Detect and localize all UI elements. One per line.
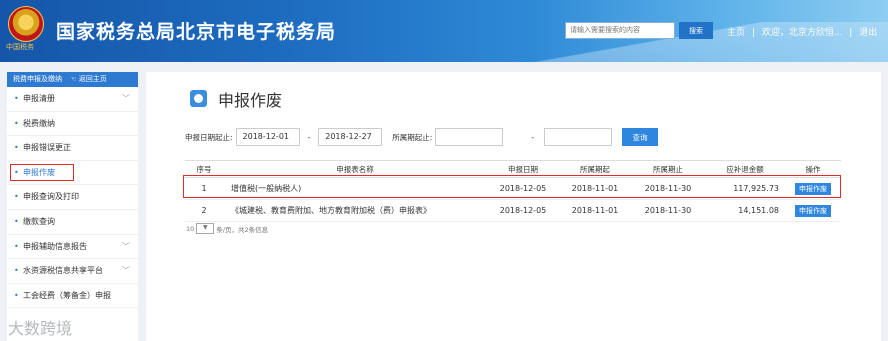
page-size-value: 10 [186,224,195,233]
logout-link[interactable]: 退出 [859,28,877,38]
site-title: 国家税务总局北京市电子税务局 [56,21,337,43]
void-declaration-icon [190,90,207,107]
cell-amount: 14,151.08 [705,199,785,222]
sidebar-item-auxiliary-report[interactable]: • 申报辅助信息报告 ﹀ [7,235,138,260]
chevron-down-icon: ﹀ [122,266,130,276]
cell-action: 申报作废 [785,199,841,222]
welcome-user-link[interactable]: 欢迎，北京方欣恒... [762,28,843,38]
bullet-icon: • [14,192,19,202]
sidebar-item-tax-payment[interactable]: • 税费缴纳 [7,112,138,137]
bullet-icon: • [14,143,19,153]
page-title: 申报作废 [218,91,283,110]
cell-action: 申报作废 [785,177,841,200]
declaration-table: 序号 申报表名称 申报日期 所属期起 所属期止 应补退金额 操作 1 增值税(一… [185,160,841,222]
col-header-period-end: 所属期止 [631,160,705,178]
period-separator: - [531,132,534,142]
main-panel: 申报作废 申报日期起止: 2018-12-01 - 2018-12-27 所属期… [146,72,881,341]
bullet-icon: • [14,94,19,103]
sidebar-item-label: 工会经费（筹备金）申报 [23,290,111,300]
sidebar-item-label: 水资源税信息共享平台 [23,266,103,276]
cell-no: 1 [185,177,223,200]
emblem-caption: 中国税务 [6,43,34,51]
date-from-input[interactable]: 2018-12-01 [235,128,300,146]
col-header-date: 申报日期 [487,160,559,178]
sidebar-item-declaration-void[interactable]: • 申报作废 [7,161,138,186]
chevron-down-icon: ﹀ [122,94,130,103]
sidebar-item-error-correction[interactable]: • 申报错误更正 [7,136,138,161]
table-header-row: 序号 申报表名称 申报日期 所属期起 所属期止 应补退金额 操作 [185,160,841,178]
date-to-input[interactable]: 2018-12-27 [318,128,383,146]
watermark: 大数跨境 [8,319,73,338]
divider: | [849,28,853,38]
top-banner: 中国税务 国家税务总局北京市电子税务局 搜索 主页 | 欢迎，北京方欣恒... … [0,0,888,62]
pagination: 10 ▼ 条/页，共2条信息 [186,223,268,234]
bullet-icon: • [14,216,19,226]
sidebar-section-title: 税费申报及缴纳 [13,75,62,83]
home-link[interactable]: 主页 [727,28,745,38]
period-to-input[interactable] [544,128,612,146]
date-range-label: 申报日期起止: [185,132,233,142]
sidebar-item-payment-query[interactable]: • 缴款查询 [7,210,138,235]
cell-period-start: 2018-11-01 [559,199,631,222]
back-home-icon[interactable]: ☜ [70,75,76,83]
cell-period-end: 2018-11-30 [631,199,705,222]
bullet-icon: • [14,241,19,251]
search-button[interactable]: 搜索 [679,22,713,39]
sidebar-item-label: 申报辅助信息报告 [23,241,87,251]
cell-name: 《城建税、教育费附加、地方教育附加税（费）申报表》 [223,199,487,222]
cell-period-start: 2018-11-01 [559,177,631,200]
chevron-down-icon: ﹀ [122,241,130,251]
cell-period-end: 2018-11-30 [631,177,705,200]
table-row: 2 《城建税、教育费附加、地方教育附加税（费）申报表》 2018-12-05 2… [185,199,841,222]
period-range-label: 所属期起止: [392,132,433,142]
top-links: 主页 | 欢迎，北京方欣恒... | 退出 [725,25,879,38]
sidebar-item-label: 税费缴纳 [23,118,55,128]
col-header-no: 序号 [185,160,223,178]
sidebar-item-union-fee[interactable]: • 工会经费（筹备金）申报 [7,284,138,309]
back-home-link[interactable]: 返回主页 [79,75,107,83]
query-button[interactable]: 查询 [622,128,658,146]
period-from-input[interactable] [435,128,504,146]
pagination-info: 条/页，共2条信息 [216,225,269,234]
sidebar-header: 税费申报及缴纳 ☜ 返回主页 [7,72,138,87]
sidebar-item-label: 缴款查询 [23,216,55,226]
bullet-icon: • [14,266,19,276]
sidebar-item-declaration-list[interactable]: • 申报清册 ﹀ [7,87,138,112]
col-header-action: 操作 [785,160,841,178]
bullet-icon: • [14,167,19,177]
date-separator: - [307,132,311,142]
bullet-icon: • [14,118,19,128]
cell-date: 2018-12-05 [487,177,559,200]
sidebar-item-water-resource[interactable]: • 水资源税信息共享平台 ﹀ [7,259,138,284]
table-row: 1 增值税(一般纳税人) 2018-12-05 2018-11-01 2018-… [185,177,841,200]
cell-date: 2018-12-05 [487,199,559,222]
void-button[interactable]: 申报作废 [795,182,831,195]
col-header-period-start: 所属期起 [559,160,631,178]
col-header-amount: 应补退金额 [705,160,785,178]
cell-amount: 117,925.73 [705,177,785,200]
tax-emblem-icon [8,6,44,42]
search-input[interactable] [565,22,675,39]
sidebar: 税费申报及缴纳 ☜ 返回主页 • 申报清册 ﹀ • 税费缴纳 • 申报错误更正 • 申报作… [7,72,138,341]
sidebar-item-label: 申报错误更正 [23,143,71,153]
sidebar-item-label: 申报查询及打印 [23,192,79,202]
divider: | [751,28,755,38]
cell-name: 增值税(一般纳税人) [223,177,487,200]
sidebar-item-label: 申报清册 [23,94,55,103]
cell-no: 2 [185,199,223,222]
filter-bar: 申报日期起止: 2018-12-01 - 2018-12-27 所属期起止: -… [185,128,658,146]
sidebar-item-label: 申报作废 [23,167,55,177]
col-header-name: 申报表名称 [223,160,487,178]
void-button[interactable]: 申报作废 [795,204,831,217]
sidebar-item-query-print[interactable]: • 申报查询及打印 [7,185,138,210]
page-size-select[interactable]: ▼ [196,223,215,234]
bullet-icon: • [14,290,19,300]
